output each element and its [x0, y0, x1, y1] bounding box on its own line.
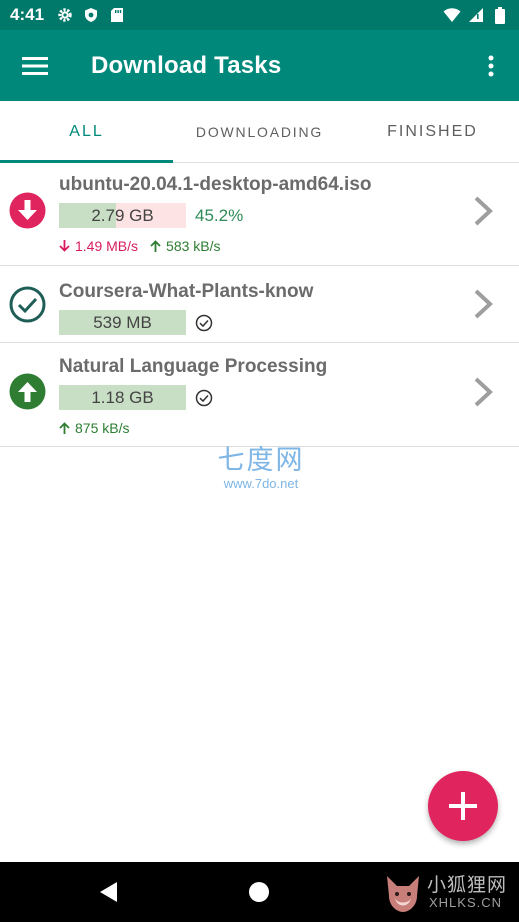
upload-speed: 875 kB/s [59, 420, 129, 436]
hamburger-menu-icon[interactable] [0, 30, 70, 101]
chevron-right-icon[interactable] [471, 374, 499, 410]
watermark-url: www.7do.net [223, 476, 299, 491]
task-row[interactable]: ubuntu-20.04.1-desktop-amd64.iso 2.79 GB… [0, 163, 519, 266]
tab-finished[interactable]: FINISHED [346, 101, 519, 162]
more-vert-icon[interactable] [475, 48, 507, 84]
status-icons-left [56, 6, 126, 24]
task-list: ubuntu-20.04.1-desktop-amd64.iso 2.79 GB… [0, 163, 519, 447]
fox-logo-icon [387, 876, 419, 912]
nav-watermark-text: 小狐狸网 [427, 875, 508, 896]
nav-back-icon[interactable] [98, 881, 120, 903]
chevron-right-icon[interactable] [471, 193, 499, 229]
status-time: 4:41 [10, 5, 45, 24]
upload-speed-text: 875 kB/s [75, 420, 130, 436]
down-arrow-icon [59, 240, 70, 252]
page-title: Download Tasks [91, 51, 282, 79]
completed-check-icon [195, 389, 213, 407]
sd-card-icon [108, 6, 126, 24]
status-icons-right [443, 6, 509, 24]
up-arrow-icon [150, 240, 161, 252]
check-circle-icon [9, 286, 46, 323]
upload-speed: 583 kB/s [150, 238, 221, 254]
upload-speed-text: 583 kB/s [166, 238, 221, 254]
task-speeds: 875 kB/s [59, 420, 129, 436]
task-size: 2.79 GB [91, 205, 154, 225]
task-size: 539 MB [93, 312, 152, 332]
task-title: Coursera-What-Plants-know [59, 281, 314, 302]
tab-all-label: ALL [69, 122, 104, 140]
chevron-right-icon[interactable] [471, 286, 499, 322]
task-title: Natural Language Processing [59, 356, 328, 377]
task-row[interactable]: Coursera-What-Plants-know 539 MB [0, 266, 519, 343]
wifi-icon [443, 6, 461, 24]
tab-downloading-label: DOWNLOADING [195, 123, 324, 140]
watermark: 七度网 www.7do.net [206, 438, 316, 491]
watermark-title: 七度网 [217, 445, 305, 475]
progress-bar: 539 MB [59, 310, 186, 335]
status-bar: 4:41 [0, 0, 519, 30]
download-arrow-icon [9, 192, 46, 229]
upload-arrow-icon [9, 373, 46, 410]
download-speed: 1.49 MB/s [59, 238, 138, 254]
gear-icon [56, 6, 74, 24]
tab-all[interactable]: ALL [0, 101, 173, 163]
plus-icon [449, 792, 477, 820]
shield-icon [82, 6, 100, 24]
up-arrow-icon [59, 422, 70, 434]
download-speed-text: 1.49 MB/s [75, 238, 139, 254]
nav-watermark: 小狐狸网 XHLKS.CN [383, 868, 513, 918]
add-task-button[interactable] [428, 771, 498, 841]
progress-bar: 2.79 GB [59, 203, 186, 228]
progress-percent: 45.2% [195, 206, 244, 225]
tab-bar: ALL DOWNLOADING FINISHED [0, 101, 519, 163]
battery-icon [491, 6, 509, 24]
completed-check-icon [195, 314, 213, 332]
task-row[interactable]: Natural Language Processing 1.18 GB 875 … [0, 343, 519, 447]
progress-bar: 1.18 GB [59, 385, 186, 410]
nav-home-icon[interactable] [249, 882, 269, 902]
app-bar: Download Tasks [0, 30, 519, 101]
task-speeds: 1.49 MB/s 583 kB/s [59, 238, 221, 254]
task-title: ubuntu-20.04.1-desktop-amd64.iso [59, 174, 372, 195]
tab-finished-label: FINISHED [387, 122, 478, 140]
task-size: 1.18 GB [91, 387, 154, 407]
signal-icon [467, 6, 485, 24]
navigation-bar: 小狐狸网 XHLKS.CN [0, 862, 519, 922]
tab-downloading[interactable]: DOWNLOADING [173, 101, 346, 162]
nav-watermark-sub: XHLKS.CN [429, 895, 503, 910]
